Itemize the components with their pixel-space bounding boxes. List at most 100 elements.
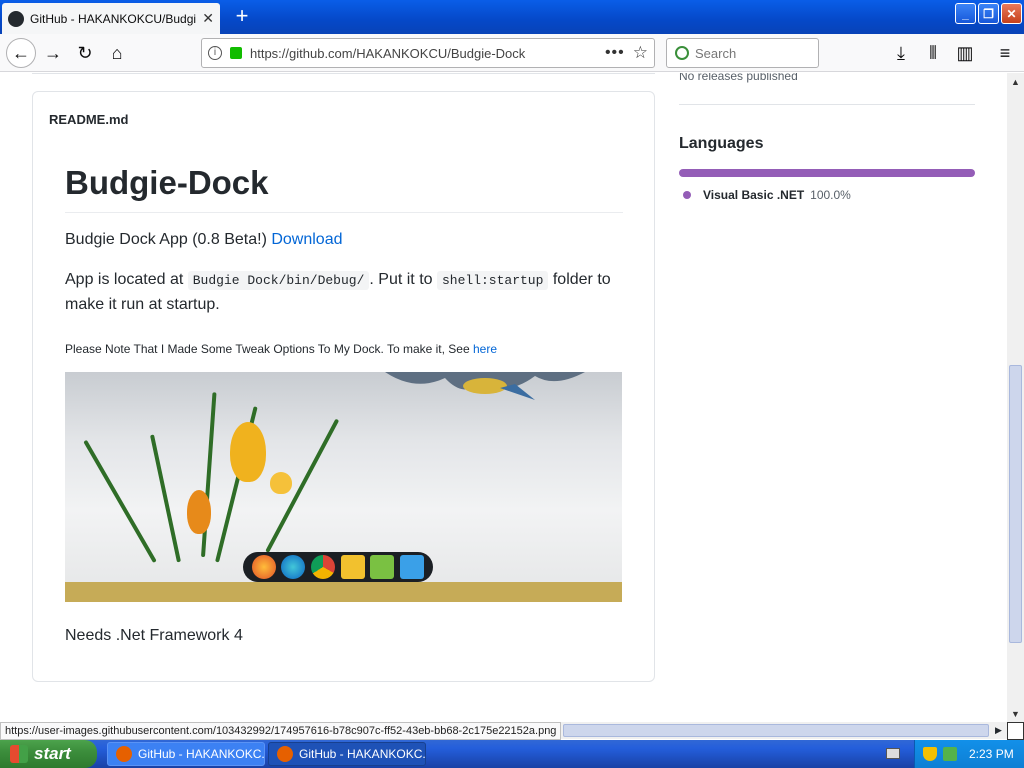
leaf (83, 439, 157, 563)
edge-icon (281, 555, 306, 579)
cube-app-icon (370, 555, 395, 579)
readme-box: README.md Budgie-Dock Budgie Dock App (0… (32, 91, 655, 682)
start-label: start (34, 744, 71, 763)
horizontal-scroll-thumb[interactable] (563, 724, 989, 737)
site-info-icon[interactable]: i (208, 46, 222, 60)
reload-button[interactable]: ↻ (72, 40, 98, 66)
ground-strip (65, 582, 622, 602)
forward-button[interactable]: → (40, 40, 66, 66)
crocus-bud (187, 490, 211, 534)
browser-titlebar: GitHub - HAKANKOKCU/Budgie-Dock ✕ + _ ❐ … (0, 0, 1024, 34)
language-name: Visual Basic .NET (703, 188, 805, 202)
page-viewport: README.md Budgie-Dock Budgie Dock App (0… (0, 73, 1007, 722)
scroll-up-icon[interactable]: ▲ (1007, 73, 1024, 90)
reload-icon: ↻ (77, 42, 93, 63)
search-icon (675, 46, 689, 60)
sidebar-divider (679, 104, 975, 105)
requirement-text: Needs .Net Framework 4 (65, 627, 243, 644)
dock-screenshot-image[interactable] (65, 372, 622, 602)
status-link-url: https://user-images.githubusercontent.co… (0, 722, 562, 740)
location-paragraph: App is located at Budgie Dock/bin/Debug/… (65, 268, 625, 317)
security-shield-icon[interactable] (923, 747, 937, 761)
language-percent: 100.0% (810, 188, 851, 202)
readme-filename: README.md (49, 112, 129, 127)
intro-paragraph: Budgie Dock App (0.8 Beta!) Download (65, 228, 625, 252)
firefox-icon (251, 555, 276, 579)
taskbar-item-label: GitHub - HAKANKOKC... (138, 747, 265, 761)
github-favicon-icon (8, 10, 24, 27)
address-url[interactable]: https://github.com/HAKANKOKCU/Budgie-Doc… (250, 46, 597, 61)
address-bar[interactable]: i https://github.com/HAKANKOKCU/Budgie-D… (201, 38, 655, 68)
language-bar (679, 169, 975, 177)
horizontal-scrollbar[interactable]: ▶ (557, 722, 1007, 739)
heading-divider (65, 212, 623, 213)
minimize-button[interactable]: _ (955, 3, 976, 24)
readme-heading: Budgie-Dock (65, 164, 269, 201)
dock-bar (243, 552, 433, 582)
windows-logo-icon (10, 745, 28, 763)
scroll-down-icon[interactable]: ▼ (1007, 705, 1024, 722)
notepad-icon (400, 555, 425, 579)
download-link[interactable]: Download (271, 231, 342, 248)
tweak-note: Please Note That I Made Some Tweak Optio… (65, 342, 497, 356)
firefox-icon (116, 746, 132, 762)
menu-button[interactable]: ≡ (992, 40, 1018, 66)
back-arrow-icon: ← (12, 42, 30, 63)
languages-title: Languages (679, 135, 764, 152)
library-icon: ⫴ (929, 42, 937, 63)
chrome-icon (311, 555, 336, 579)
library-button[interactable]: ⫴ (920, 40, 946, 66)
home-button[interactable]: ⌂ (104, 40, 130, 66)
tab-close-icon[interactable]: ✕ (202, 10, 214, 27)
language-item[interactable]: Visual Basic .NET 100.0% (683, 188, 851, 202)
close-window-button[interactable]: ✕ (1001, 3, 1022, 24)
back-button[interactable]: ← (6, 38, 36, 68)
windows-taskbar: start GitHub - HAKANKOKC... GitHub - HAK… (0, 740, 1024, 768)
navigation-toolbar: ← → ↻ ⌂ i https://github.com/HAKANKOKCU/… (0, 34, 1024, 72)
browser-tab[interactable]: GitHub - HAKANKOKCU/Budgie-Dock ✕ (2, 3, 220, 34)
location-mid: . Put it to (369, 271, 437, 288)
clock[interactable]: 2:23 PM (969, 747, 1014, 761)
bookmark-star-icon[interactable]: ☆ (633, 43, 648, 63)
tab-title: GitHub - HAKANKOKCU/Budgie-Dock (30, 11, 197, 26)
page-actions-icon[interactable]: ••• (605, 44, 625, 62)
hamburger-menu-icon: ≡ (999, 42, 1011, 63)
crocus-flower (230, 422, 266, 482)
intro-text: Budgie Dock App (0.8 Beta!) (65, 231, 272, 248)
sidebar-icon: ▥ (956, 42, 974, 63)
firefox-icon (277, 746, 293, 762)
location-path-code: Budgie Dock/bin/Debug/ (187, 271, 370, 290)
keyboard-icon[interactable] (886, 748, 900, 759)
taskbar-item-firefox-2[interactable]: GitHub - HAKANKOKC... (268, 742, 426, 766)
resize-corner (1007, 722, 1024, 740)
downloads-button[interactable]: ⤓ (888, 40, 914, 66)
network-icon[interactable] (943, 747, 957, 761)
bird-image (385, 372, 585, 400)
note-text: Please Note That I Made Some Tweak Optio… (65, 342, 473, 356)
releases-text: No releases published (679, 73, 798, 83)
forward-arrow-icon: → (44, 42, 62, 63)
taskbar-item-label: GitHub - HAKANKOKC... (299, 747, 426, 761)
location-prefix: App is located at (65, 271, 188, 288)
home-icon: ⌂ (111, 42, 123, 63)
search-input[interactable] (695, 45, 805, 61)
sidebar-button[interactable]: ▥ (952, 40, 978, 66)
section-divider (32, 73, 655, 74)
scroll-right-icon[interactable]: ▶ (990, 722, 1007, 739)
taskbar-item-firefox-1[interactable]: GitHub - HAKANKOKC... (107, 742, 265, 766)
new-tab-button[interactable]: + (230, 4, 254, 28)
vertical-scroll-thumb[interactable] (1009, 365, 1022, 643)
leaf (150, 434, 181, 563)
secure-lock-icon (230, 47, 242, 59)
download-icon: ⤓ (897, 42, 905, 63)
vertical-scrollbar[interactable]: ▲ ▼ (1007, 73, 1024, 722)
status-bar: ▶ https://user-images.githubusercontent.… (0, 722, 1024, 740)
file-manager-icon (340, 555, 365, 579)
system-tray: 2:23 PM (914, 740, 1024, 768)
maximize-button[interactable]: ❐ (978, 3, 999, 24)
start-button[interactable]: start (0, 740, 97, 768)
search-box[interactable] (666, 38, 819, 68)
here-link[interactable]: here (473, 342, 497, 356)
startup-code: shell:startup (436, 271, 549, 290)
crocus-petal (270, 472, 292, 494)
